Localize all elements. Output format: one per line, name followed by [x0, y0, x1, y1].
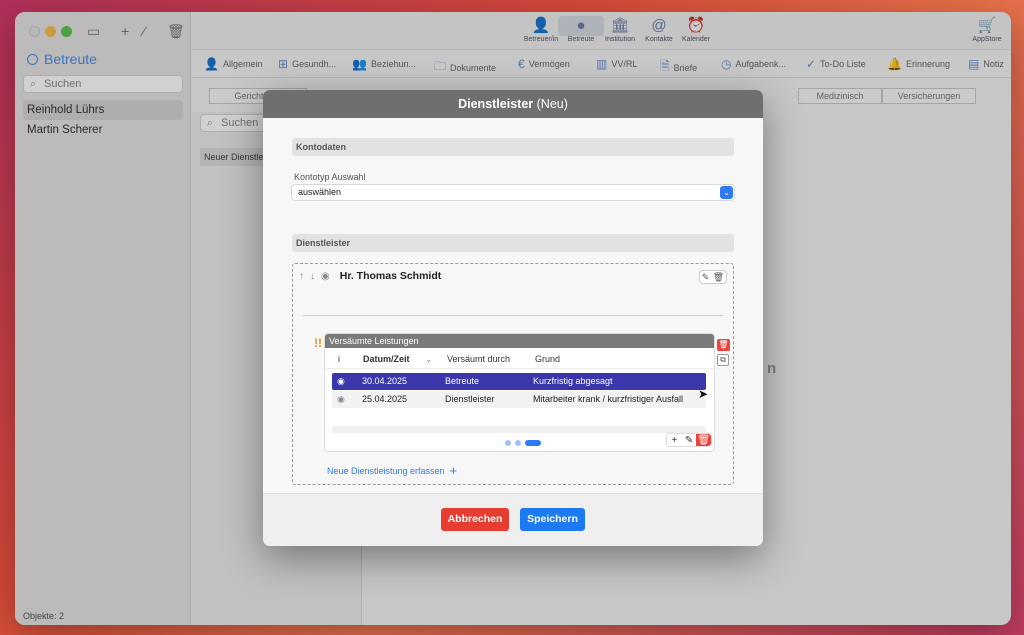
table-action-group: + ✎ 🗑: [666, 433, 712, 447]
chevron-down-icon[interactable]: ⌄: [425, 354, 433, 365]
save-button[interactable]: Speichern: [520, 508, 585, 531]
provider-header: ↑ ↓ ◉ Hr. Thomas Schmidt: [299, 270, 441, 282]
col-date[interactable]: Datum/Zeit: [363, 354, 410, 364]
delete-table-icon[interactable]: 🗑: [717, 339, 730, 351]
section-dienstleister: Dienstleister: [292, 234, 734, 252]
arrow-down-icon[interactable]: ↓: [310, 271, 315, 282]
row-reason: Kurzfristig abgesagt: [533, 376, 613, 386]
missed-services-table: Versäumte Leistungen i Datum/Zeit ⌄ Vers…: [325, 334, 714, 451]
eye-icon[interactable]: ◉: [337, 391, 345, 408]
plus-icon: +: [449, 463, 458, 478]
row-reason: Mitarbeiter krank / kurzfristiger Ausfal…: [533, 394, 684, 404]
account-type-label: Kontotyp Auswahl: [294, 172, 366, 182]
dialog-title-text: Dienstleister: [458, 97, 534, 111]
page-dot-active[interactable]: [525, 440, 541, 446]
trash-icon[interactable]: 🗑: [696, 434, 712, 446]
warning-icon: !!: [314, 336, 322, 350]
row-missed-by: Dienstleister: [445, 394, 495, 404]
chevron-down-icon: ⌄: [720, 186, 733, 199]
edit-icon[interactable]: ✎: [702, 272, 710, 283]
trash-icon[interactable]: 🗑: [713, 272, 724, 283]
table-row[interactable]: ◉ 30.04.2025 Betreute Kurzfristig abgesa…: [332, 373, 706, 390]
add-icon[interactable]: +: [667, 435, 682, 446]
table-row[interactable]: ◉ 25.04.2025 Dienstleister Mitarbeiter k…: [332, 391, 706, 408]
dialog-title: Dienstleister (Neu): [263, 90, 763, 118]
divider: [303, 315, 723, 316]
dialog-footer: Abbrechen Speichern: [263, 493, 763, 546]
arrow-up-icon[interactable]: ↑: [299, 271, 304, 282]
new-service-label: Neue Dienstleistung erfassen: [327, 465, 445, 476]
row-missed-by: Betreute: [445, 376, 480, 386]
eye-icon[interactable]: ◉: [321, 271, 330, 282]
account-type-select[interactable]: auswählen ⌄: [292, 185, 734, 200]
account-type-value: auswählen: [298, 187, 342, 197]
edit-icon[interactable]: ✎: [682, 435, 697, 446]
page-indicator: [505, 440, 541, 446]
row-date: 30.04.2025: [362, 376, 408, 386]
page-dot[interactable]: [505, 440, 511, 446]
row-date: 25.04.2025: [362, 394, 408, 404]
eye-icon[interactable]: ◉: [337, 373, 345, 390]
col-info: i: [338, 354, 340, 364]
provider-name: Hr. Thomas Schmidt: [339, 270, 442, 282]
section-kontodaten: Kontodaten: [292, 138, 734, 156]
dialog-title-suffix: (Neu): [536, 97, 568, 111]
provider-edit-group: ✎ 🗑: [699, 270, 727, 284]
new-service-link[interactable]: Neue Dienstleistung erfassen +: [327, 463, 457, 478]
mouse-cursor-icon: ➤: [698, 387, 709, 401]
provider-dialog: Dienstleister (Neu) Kontodaten Kontotyp …: [263, 90, 763, 546]
table-header: i Datum/Zeit ⌄ Versäumt durch Grund: [325, 349, 714, 369]
cancel-button[interactable]: Abbrechen: [441, 508, 509, 531]
horizontal-scrollbar[interactable]: [332, 426, 706, 433]
col-missed-by[interactable]: Versäumt durch: [447, 354, 510, 364]
provider-card: ↑ ↓ ◉ Hr. Thomas Schmidt ✎ 🗑 !! Versäumt…: [292, 263, 734, 485]
col-reason[interactable]: Grund: [535, 354, 560, 364]
page-dot[interactable]: [515, 440, 521, 446]
copy-icon[interactable]: ⧉: [717, 354, 729, 366]
missed-services-title: Versäumte Leistungen: [325, 334, 714, 348]
